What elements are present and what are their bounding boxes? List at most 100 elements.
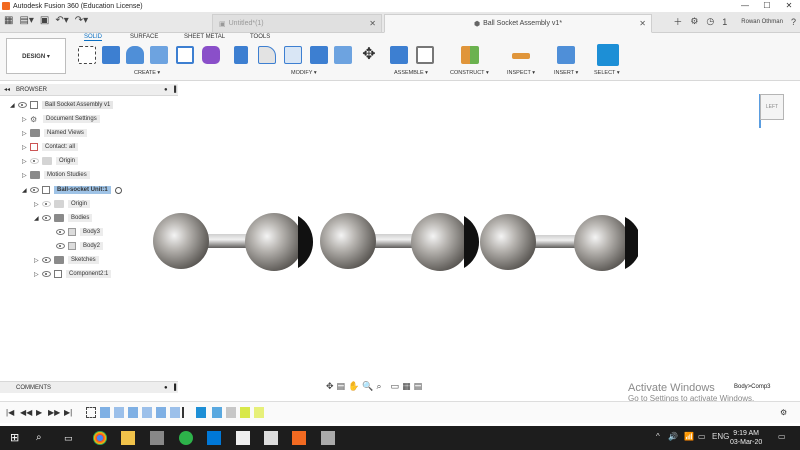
photos-icon[interactable]	[321, 431, 335, 445]
select-icon[interactable]	[597, 44, 619, 66]
timeline-feature-icon[interactable]	[142, 407, 152, 418]
tree-item-sketches[interactable]: ▷ Sketches	[34, 254, 99, 266]
close-window-button[interactable]: ✕	[778, 0, 800, 12]
grid-settings-icon[interactable]: ▦	[402, 381, 411, 392]
timeline-feature-icon[interactable]	[128, 407, 138, 418]
step-forward-icon[interactable]: ▶▶	[48, 408, 60, 417]
expand-arrow-icon[interactable]: ▷	[22, 116, 30, 123]
windows-start-icon[interactable]: ⊞	[10, 431, 24, 445]
create-menu[interactable]: CREATE ▾	[134, 70, 160, 76]
edge-icon[interactable]	[207, 431, 221, 445]
network-icon[interactable]: 📶	[684, 432, 694, 441]
visibility-eye-icon[interactable]	[30, 158, 39, 164]
viewports-icon[interactable]: ▤	[414, 381, 423, 392]
expand-arrow-icon[interactable]: ▷	[34, 201, 42, 208]
play-icon[interactable]: ▶	[36, 408, 42, 417]
tree-item-body3[interactable]: Body3	[56, 226, 104, 238]
timeline-feature-icon[interactable]	[196, 407, 206, 418]
visibility-eye-icon[interactable]	[42, 215, 51, 221]
tree-item-contact[interactable]: ▷ Contact: all	[22, 141, 79, 153]
new-tab-icon[interactable]: ＋	[673, 15, 682, 28]
comments-panel-header[interactable]: COMMENTS ● ▐	[0, 381, 178, 393]
tree-item-motion-studies[interactable]: ▷ Motion Studies	[22, 169, 90, 181]
expand-arrow-icon[interactable]: ▷	[34, 271, 42, 278]
visibility-eye-icon[interactable]	[18, 102, 27, 108]
tab-tools[interactable]: TOOLS	[250, 34, 270, 40]
comments-resize-handle[interactable]: ▐	[172, 385, 176, 391]
expand-arrow-icon[interactable]: ▷	[22, 172, 30, 179]
tree-item-document-settings[interactable]: ▷ ⚙ Document Settings	[22, 113, 100, 125]
zoom-icon[interactable]: 🔍	[362, 381, 373, 392]
timeline-feature-icon[interactable]	[212, 407, 222, 418]
undo-icon[interactable]: ↶▾	[55, 15, 68, 26]
notifications-icon[interactable]: ▭	[778, 432, 786, 441]
timeline-feature-icon[interactable]	[156, 407, 166, 418]
close-tab-icon[interactable]: ✕	[369, 19, 376, 28]
visibility-eye-icon[interactable]	[30, 187, 39, 193]
viewcube[interactable]: LEFT	[760, 94, 784, 120]
tree-item-ball-socket-unit[interactable]: ◢ Ball-socket Unit:1	[22, 184, 122, 196]
timeline-joint-icon[interactable]	[254, 407, 264, 418]
ball-socket-unit-3[interactable]	[480, 214, 638, 271]
ball-body[interactable]	[480, 214, 536, 270]
task-view-icon[interactable]: ▭	[64, 431, 78, 445]
tree-item-body2[interactable]: Body2	[56, 240, 104, 252]
expand-arrow-icon[interactable]: ▷	[22, 130, 30, 137]
tree-item-component2[interactable]: ▷ Component2:1	[34, 268, 112, 280]
fillet-icon[interactable]	[258, 46, 276, 64]
visibility-eye-icon[interactable]	[56, 243, 65, 249]
visibility-eye-icon[interactable]	[42, 271, 51, 277]
socket-body[interactable]	[574, 215, 630, 271]
go-to-start-icon[interactable]: |◀	[6, 408, 14, 417]
inspect-menu[interactable]: INSPECT ▾	[507, 70, 535, 76]
file-explorer-icon[interactable]	[121, 431, 135, 445]
timeline-feature-icon[interactable]	[170, 407, 180, 418]
save-icon[interactable]: ▣	[40, 15, 49, 26]
user-name[interactable]: Rowan Othman	[741, 19, 783, 25]
tree-item-bodies[interactable]: ◢ Bodies	[34, 212, 93, 224]
panel-resize-handle[interactable]: ▐	[172, 87, 176, 93]
volume-icon[interactable]: 🔊	[668, 432, 678, 441]
insert-image-icon[interactable]	[557, 46, 575, 64]
tab-sheet-metal[interactable]: SHEET METAL	[184, 34, 225, 40]
tree-item-root[interactable]: ◢ Ball Socket Assembly v1	[10, 99, 114, 111]
new-component-icon[interactable]	[390, 46, 408, 64]
timeline-feature-icon[interactable]	[100, 407, 110, 418]
ball-body[interactable]	[153, 213, 209, 269]
construct-menu[interactable]: CONSTRUCT ▾	[450, 70, 489, 76]
battery-icon[interactable]: ▭	[698, 432, 706, 441]
socket-body[interactable]	[411, 213, 469, 271]
step-back-icon[interactable]: ◀◀	[20, 408, 32, 417]
orbit-icon[interactable]: ✥	[326, 381, 334, 392]
app-icon[interactable]	[179, 431, 193, 445]
comments-pin-icon[interactable]: ●	[164, 385, 168, 391]
expand-arrow-icon[interactable]: ▷	[34, 257, 42, 264]
display-settings-icon[interactable]: ▭	[391, 381, 400, 392]
help-icon[interactable]: ?	[791, 17, 796, 27]
viewport-canvas[interactable]	[148, 200, 638, 290]
tab-untitled[interactable]: ▣ Untitled*(1) ✕	[212, 14, 382, 33]
create-sketch-icon[interactable]	[78, 46, 96, 64]
pattern-icon[interactable]	[176, 46, 194, 64]
visibility-eye-icon[interactable]	[42, 201, 51, 207]
collapse-arrow-icon[interactable]: ◢	[22, 187, 30, 194]
revolve-icon[interactable]	[126, 46, 144, 64]
split-body-icon[interactable]	[334, 46, 352, 64]
panel-pin-icon[interactable]: ●	[164, 87, 168, 93]
timeline-settings-icon[interactable]: ⚙	[780, 408, 787, 417]
expand-arrow-icon[interactable]: ▷	[22, 144, 30, 151]
app-icon[interactable]	[236, 431, 250, 445]
tree-item-unit-origin[interactable]: ▷ Origin	[34, 198, 91, 210]
chrome-icon[interactable]	[93, 431, 107, 445]
press-pull-icon[interactable]	[234, 46, 248, 64]
pan-icon[interactable]: ✋	[348, 381, 359, 392]
tree-item-named-views[interactable]: ▷ Named Views	[22, 127, 87, 139]
joint-icon[interactable]	[416, 46, 434, 64]
ball-socket-unit-2[interactable]	[320, 213, 480, 271]
job-status-icon[interactable]: ◷	[706, 16, 714, 27]
maximize-button[interactable]: ☐	[756, 0, 778, 12]
visibility-eye-icon[interactable]	[42, 257, 51, 263]
tab-ball-socket-assembly[interactable]: ⬢ Ball Socket Assembly v1* ✕	[384, 14, 652, 33]
system-clock[interactable]: 9:19 AM 03-Mar-20	[730, 429, 762, 447]
file-menu-icon[interactable]: ▤▾	[19, 15, 33, 26]
